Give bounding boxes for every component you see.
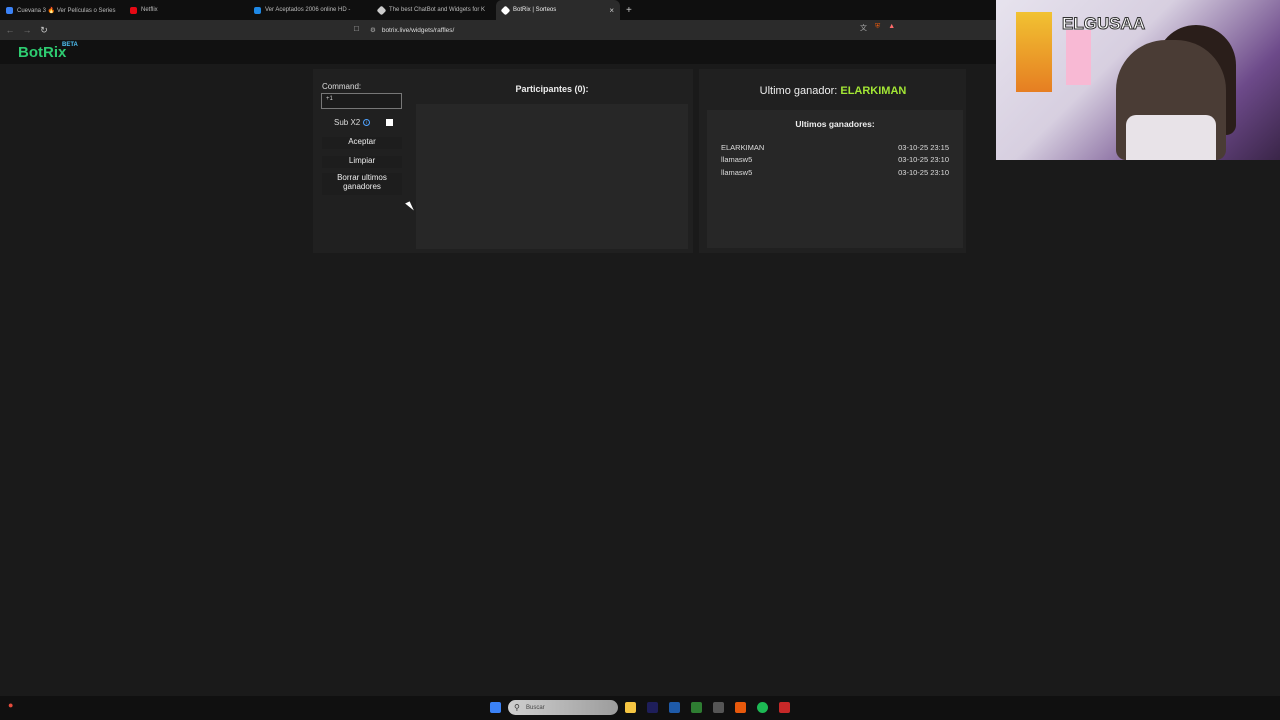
botrix-favicon-icon bbox=[500, 5, 511, 15]
tab-label: Netflix bbox=[141, 7, 158, 13]
search-placeholder: Buscar bbox=[526, 704, 545, 711]
tab-label: Ver Aceptados 2006 online HD - bbox=[265, 7, 351, 13]
app-icon[interactable] bbox=[713, 702, 724, 713]
delete-winners-button[interactable]: Borrar ultimos ganadores bbox=[322, 173, 402, 195]
cuevana-favicon-icon bbox=[6, 6, 13, 14]
sub-x2-option: Sub X2 i bbox=[334, 118, 371, 127]
winner-time: 03-10-25 23:10 bbox=[898, 167, 949, 177]
last-winner-name: ELARKIMAN bbox=[840, 85, 907, 97]
winner-name: llamasw5 bbox=[721, 155, 753, 165]
tab-aceptados[interactable]: Ver Aceptados 2006 online HD - bbox=[248, 0, 372, 20]
beta-badge: BETA bbox=[62, 42, 78, 48]
tab-label: The best ChatBot and Widgets for K bbox=[389, 7, 486, 13]
winner-time: 03-10-25 23:10 bbox=[898, 155, 949, 165]
winner-name: ELARKIMAN bbox=[721, 142, 765, 152]
spotify-icon[interactable] bbox=[757, 702, 768, 713]
tab-botrix-home[interactable]: The best ChatBot and Widgets for K bbox=[372, 0, 496, 20]
tab-label: BotRix | Sorteos bbox=[513, 7, 557, 13]
windows-start-icon[interactable] bbox=[490, 702, 501, 713]
botrix-logo[interactable]: BotRix bbox=[18, 44, 66, 61]
tab-netflix[interactable]: Netflix bbox=[124, 0, 248, 20]
sub-x2-checkbox[interactable] bbox=[386, 119, 393, 126]
winner-time: 03-10-25 23:15 bbox=[898, 142, 949, 152]
recent-winners-title: Ultimos ganadores: bbox=[795, 119, 875, 129]
winner-name: llamasw5 bbox=[721, 167, 753, 177]
reload-icon[interactable]: ↻ bbox=[37, 25, 51, 36]
file-explorer-icon[interactable] bbox=[625, 702, 636, 713]
tab-label: Cuevana 3 🔥 Ver Películas o Series bbox=[17, 7, 116, 14]
store-icon[interactable] bbox=[669, 702, 680, 713]
netflix-favicon-icon bbox=[130, 6, 137, 14]
list-item: llamasw5 03-10-25 23:10 bbox=[721, 166, 949, 179]
address-bar[interactable]: ⚙ botrix.live/widgets/raffles/ bbox=[370, 22, 910, 38]
command-input[interactable]: +1 bbox=[321, 93, 402, 109]
weather-widget-icon[interactable]: ● bbox=[8, 700, 13, 710]
figure-image bbox=[1066, 30, 1091, 85]
list-item: ELARKIMAN 03-10-25 23:15 bbox=[721, 141, 949, 154]
webcam-overlay: ELGUSAA bbox=[996, 0, 1280, 160]
back-arrow-icon[interactable]: ← bbox=[3, 25, 17, 35]
warning-icon[interactable]: ▲ bbox=[888, 23, 895, 33]
participants-list bbox=[416, 104, 688, 249]
participants-title: Participantes (0): bbox=[515, 84, 589, 94]
webcam-name-text: ELGUSAA bbox=[1061, 14, 1146, 34]
poster-image bbox=[1016, 12, 1052, 92]
extension-icons: 文 ⛨ ▲ bbox=[860, 23, 895, 33]
taskbar-search[interactable]: ⚲ Buscar bbox=[508, 700, 618, 715]
botrix-favicon-icon bbox=[376, 5, 387, 15]
aceptados-favicon-icon bbox=[254, 6, 261, 14]
accept-button[interactable]: Aceptar bbox=[322, 137, 402, 149]
xbox-icon[interactable] bbox=[691, 702, 702, 713]
brave-browser-icon[interactable] bbox=[735, 702, 746, 713]
last-winner: Ultimo ganador: ELARKIMAN bbox=[700, 85, 966, 97]
recent-winners-list: ELARKIMAN 03-10-25 23:15 llamasw5 03-10-… bbox=[721, 141, 949, 179]
close-tab-icon[interactable]: × bbox=[609, 6, 614, 15]
new-tab-button[interactable]: + bbox=[620, 5, 638, 16]
brave-shield-icon[interactable]: ⛨ bbox=[875, 23, 880, 33]
premiere-icon[interactable] bbox=[647, 702, 658, 713]
bookmark-icon[interactable]: □ bbox=[354, 24, 359, 33]
info-icon[interactable]: i bbox=[363, 119, 371, 126]
shirt-shape bbox=[1126, 115, 1216, 160]
taskbar bbox=[0, 696, 1280, 720]
tab-botrix-sorteos[interactable]: BotRix | Sorteos × bbox=[496, 0, 620, 20]
recent-winners-box bbox=[707, 110, 963, 248]
last-winner-label: Ultimo ganador: bbox=[759, 85, 838, 97]
list-item: llamasw5 03-10-25 23:10 bbox=[721, 154, 949, 167]
forward-arrow-icon[interactable]: → bbox=[20, 25, 34, 35]
url-text: botrix.live/widgets/raffles/ bbox=[381, 26, 455, 34]
sub-x2-label: Sub X2 bbox=[334, 118, 361, 127]
clear-button[interactable]: Limpiar bbox=[322, 156, 402, 168]
search-icon: ⚲ bbox=[514, 703, 520, 712]
site-info-icon[interactable]: ⚙ bbox=[370, 26, 376, 34]
translate-icon[interactable]: 文 bbox=[860, 23, 867, 33]
command-label: Command: bbox=[322, 82, 362, 91]
tab-cuevana[interactable]: Cuevana 3 🔥 Ver Películas o Series bbox=[0, 0, 124, 20]
app-icon[interactable] bbox=[779, 702, 790, 713]
